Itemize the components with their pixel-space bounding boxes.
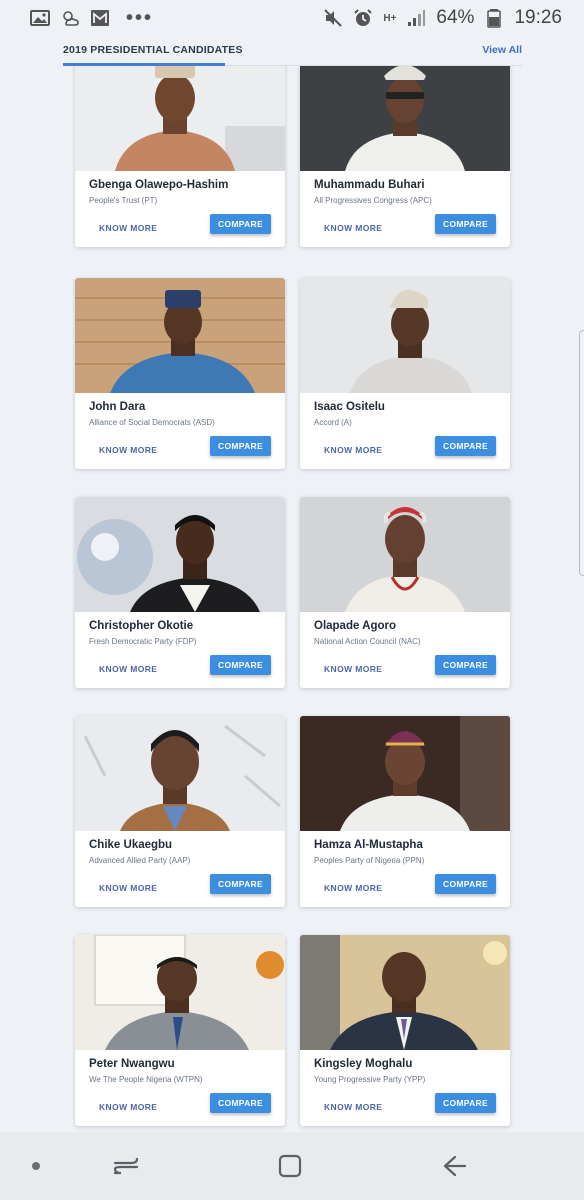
home-icon[interactable]	[274, 1150, 306, 1182]
candidate-photo	[75, 278, 285, 393]
recent-apps-icon[interactable]	[110, 1150, 142, 1182]
candidate-name: Peter Nwangwu	[89, 1058, 175, 1070]
know-more-link[interactable]: KNOW MORE	[99, 883, 157, 893]
candidate-party: National Action Council (NAC)	[314, 637, 421, 646]
candidate-card: Peter Nwangwu We The People Nigeria (WTP…	[75, 935, 285, 1126]
compare-button[interactable]: COMPARE	[435, 874, 496, 894]
know-more-link[interactable]: KNOW MORE	[324, 1102, 382, 1112]
more-notifications-icon: •••	[126, 6, 154, 29]
status-bar: ••• H+ 64% 19:26	[0, 0, 584, 36]
candidate-card: John Dara Alliance of Social Democrats (…	[75, 278, 285, 469]
candidate-photo	[300, 66, 510, 171]
candidate-name: Kingsley Moghalu	[314, 1058, 413, 1070]
signal-icon	[406, 8, 426, 28]
candidate-card: Kingsley Moghalu Young Progressive Party…	[300, 935, 510, 1126]
candidate-name: Chike Ukaegbu	[89, 839, 173, 851]
know-more-link[interactable]: KNOW MORE	[324, 445, 382, 455]
candidate-party: Accord (A)	[314, 418, 352, 427]
edge-panel-handle[interactable]	[579, 330, 584, 576]
compare-button[interactable]: COMPARE	[210, 436, 271, 456]
section-title: 2019 PRESIDENTIAL CANDIDATES	[63, 44, 243, 56]
compare-button[interactable]: COMPARE	[435, 655, 496, 675]
candidate-party: All Progressives Congress (APC)	[314, 196, 432, 205]
candidate-card: Isaac Ositelu Accord (A) KNOW MORE COMPA…	[300, 278, 510, 469]
know-more-link[interactable]: KNOW MORE	[99, 1102, 157, 1112]
candidate-photo	[300, 935, 510, 1050]
compare-button[interactable]: COMPARE	[210, 874, 271, 894]
candidate-name: Gbenga Olawepo-Hashim	[89, 179, 229, 191]
clock: 19:26	[514, 7, 562, 28]
weather-icon	[60, 8, 80, 28]
candidate-photo	[75, 66, 285, 171]
candidate-party: People's Trust (PT)	[89, 196, 158, 205]
back-icon[interactable]	[438, 1150, 470, 1182]
mute-icon	[323, 8, 343, 28]
candidate-photo	[300, 497, 510, 612]
candidate-party: Peoples Party of Nigeria (PPN)	[314, 856, 425, 865]
candidate-name: Christopher Okotie	[89, 620, 194, 632]
compare-button[interactable]: COMPARE	[210, 655, 271, 675]
candidate-photo	[75, 935, 285, 1050]
network-type: H+	[383, 12, 397, 24]
know-more-link[interactable]: KNOW MORE	[324, 664, 382, 674]
candidate-name: Isaac Ositelu	[314, 401, 385, 413]
dot-indicator-icon	[20, 1150, 52, 1182]
alarm-icon	[353, 8, 373, 28]
know-more-link[interactable]: KNOW MORE	[99, 445, 157, 455]
candidate-name: Olapade Agoro	[314, 620, 396, 632]
candidate-card: Hamza Al-Mustapha Peoples Party of Niger…	[300, 716, 510, 907]
candidate-card: Muhammadu Buhari All Progressives Congre…	[300, 66, 510, 247]
compare-button[interactable]: COMPARE	[210, 214, 271, 234]
status-right: H+ 64% 19:26	[323, 7, 562, 29]
battery-percent: 64%	[436, 7, 475, 28]
candidate-party: Young Progressive Party (YPP)	[314, 1075, 426, 1084]
candidate-party: Advanced Allied Party (AAP)	[89, 856, 191, 865]
know-more-link[interactable]: KNOW MORE	[99, 664, 157, 674]
navigation-bar	[0, 1132, 584, 1200]
know-more-link[interactable]: KNOW MORE	[324, 883, 382, 893]
candidate-card: Chike Ukaegbu Advanced Allied Party (AAP…	[75, 716, 285, 907]
candidate-card: Christopher Okotie Fresh Democratic Part…	[75, 497, 285, 688]
candidate-card: Gbenga Olawepo-Hashim People's Trust (PT…	[75, 66, 285, 247]
candidate-name: John Dara	[89, 401, 146, 413]
candidate-party: We The People Nigeria (WTPN)	[89, 1075, 203, 1084]
candidate-card: Olapade Agoro National Action Council (N…	[300, 497, 510, 688]
candidate-photo	[75, 497, 285, 612]
gallery-icon	[30, 8, 50, 28]
know-more-link[interactable]: KNOW MORE	[324, 223, 382, 233]
mail-icon	[90, 8, 110, 28]
compare-button[interactable]: COMPARE	[435, 1093, 496, 1113]
candidate-party: Alliance of Social Democrats (ASD)	[89, 418, 215, 427]
candidate-photo	[300, 278, 510, 393]
section-header: 2019 PRESIDENTIAL CANDIDATES View All	[63, 36, 522, 66]
candidate-name: Muhammadu Buhari	[314, 179, 425, 191]
status-left: •••	[30, 7, 153, 30]
candidate-photo	[75, 716, 285, 831]
view-all-link[interactable]: View All	[482, 44, 522, 56]
battery-icon	[484, 8, 504, 28]
compare-button[interactable]: COMPARE	[210, 1093, 271, 1113]
candidate-name: Hamza Al-Mustapha	[314, 839, 423, 851]
compare-button[interactable]: COMPARE	[435, 214, 496, 234]
candidate-photo	[300, 716, 510, 831]
candidate-grid: Gbenga Olawepo-Hashim People's Trust (PT…	[0, 66, 584, 1132]
candidate-party: Fresh Democratic Party (FDP)	[89, 637, 197, 646]
know-more-link[interactable]: KNOW MORE	[99, 223, 157, 233]
compare-button[interactable]: COMPARE	[435, 436, 496, 456]
